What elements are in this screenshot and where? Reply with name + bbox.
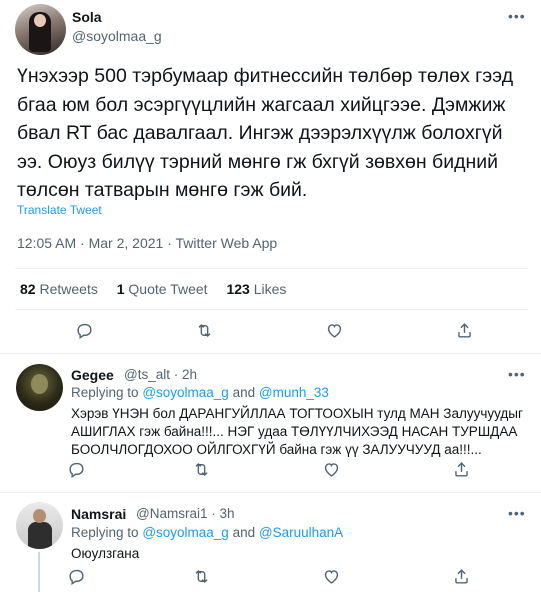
tweet-time[interactable]: 12:05 AM	[17, 235, 76, 251]
thread-line	[38, 552, 40, 592]
quotes-label: Quote Tweet	[128, 281, 208, 297]
share-icon[interactable]	[450, 458, 472, 480]
retweet-icon[interactable]	[193, 319, 215, 341]
author-name[interactable]: Sola	[72, 9, 102, 25]
reply-avatar[interactable]	[16, 502, 63, 549]
and-label: and	[232, 525, 256, 540]
likes-label: Likes	[253, 281, 287, 297]
tweet-source[interactable]: Twitter Web App	[176, 235, 278, 251]
reply-author-name[interactable]: Namsrai	[71, 506, 126, 522]
author-avatar[interactable]	[15, 4, 66, 55]
like-icon[interactable]	[320, 458, 342, 480]
reply-age[interactable]: 2h	[182, 367, 197, 382]
reply-icon[interactable]	[65, 565, 87, 587]
tweet-text: Үнэхээр 500 тэрбумаар фитнессийн төлбөр …	[17, 65, 514, 201]
likes-stat[interactable]: 123 Likes	[226, 281, 286, 297]
replying-to: Replying to @soyolmaa_g and @munh_33	[71, 385, 329, 400]
translate-tweet-link[interactable]: Translate Tweet	[17, 203, 102, 217]
reply-author-handle[interactable]: @ts_alt	[124, 367, 170, 382]
reply-avatar[interactable]	[16, 364, 63, 411]
share-icon[interactable]	[450, 565, 472, 587]
replying-to: Replying to @soyolmaa_g and @SaruulhanA	[71, 525, 343, 540]
mention-link[interactable]: @soyolmaa_g	[142, 525, 229, 540]
divider	[15, 268, 528, 269]
likes-count: 123	[226, 281, 250, 297]
mention-link[interactable]: @munh_33	[259, 385, 329, 400]
more-horizontal-icon[interactable]: •••	[508, 8, 526, 24]
reply-text: Оюулзгана	[71, 546, 140, 561]
reply-icon[interactable]	[65, 458, 87, 480]
reply-author-meta: @Namsrai1 · 3h	[136, 506, 235, 521]
separator: ·	[80, 235, 85, 251]
divider	[0, 492, 541, 493]
separator: ·	[211, 506, 216, 521]
tweet-date[interactable]: Mar 2, 2021	[89, 235, 164, 251]
retweets-count: 82	[20, 281, 36, 297]
quotes-count: 1	[116, 281, 125, 297]
retweet-icon[interactable]	[190, 565, 212, 587]
more-horizontal-icon[interactable]: •••	[508, 505, 526, 521]
replying-to-label: Replying to	[71, 525, 139, 540]
retweets-label: Retweets	[39, 281, 98, 297]
mention-link[interactable]: @SaruulhanA	[259, 525, 343, 540]
author-handle[interactable]: @soyolmaa_g	[72, 28, 162, 44]
separator: ·	[167, 235, 172, 251]
share-icon[interactable]	[453, 319, 475, 341]
like-icon[interactable]	[323, 319, 345, 341]
divider	[0, 353, 541, 354]
reply-icon[interactable]	[73, 319, 95, 341]
quote-tweets-stat[interactable]: 1 Quote Tweet	[117, 281, 208, 297]
mention-link[interactable]: @soyolmaa_g	[142, 385, 229, 400]
separator: ·	[173, 367, 179, 382]
like-icon[interactable]	[320, 565, 342, 587]
replying-to-label: Replying to	[71, 385, 139, 400]
more-horizontal-icon[interactable]: •••	[508, 366, 526, 382]
retweet-icon[interactable]	[190, 458, 212, 480]
retweets-stat[interactable]: 82 Retweets	[20, 281, 98, 297]
and-label: and	[232, 385, 256, 400]
reply-author-name[interactable]: Gegee	[71, 367, 114, 383]
reply-author-handle[interactable]: @Namsrai1	[136, 506, 207, 521]
reply-age[interactable]: 3h	[220, 506, 235, 521]
tweet-stats: 82 Retweets 1 Quote Tweet 123 Likes	[20, 281, 301, 297]
divider	[15, 309, 528, 310]
reply-text: Хэрэв ҮНЭН бол ДАРАНГУЙЛЛАА ТОГТООХЫН ту…	[71, 406, 523, 457]
tweet-meta: 12:05 AM · Mar 2, 2021 · Twitter Web App	[17, 235, 277, 251]
reply-author-meta: @ts_alt · 2h	[124, 367, 197, 382]
